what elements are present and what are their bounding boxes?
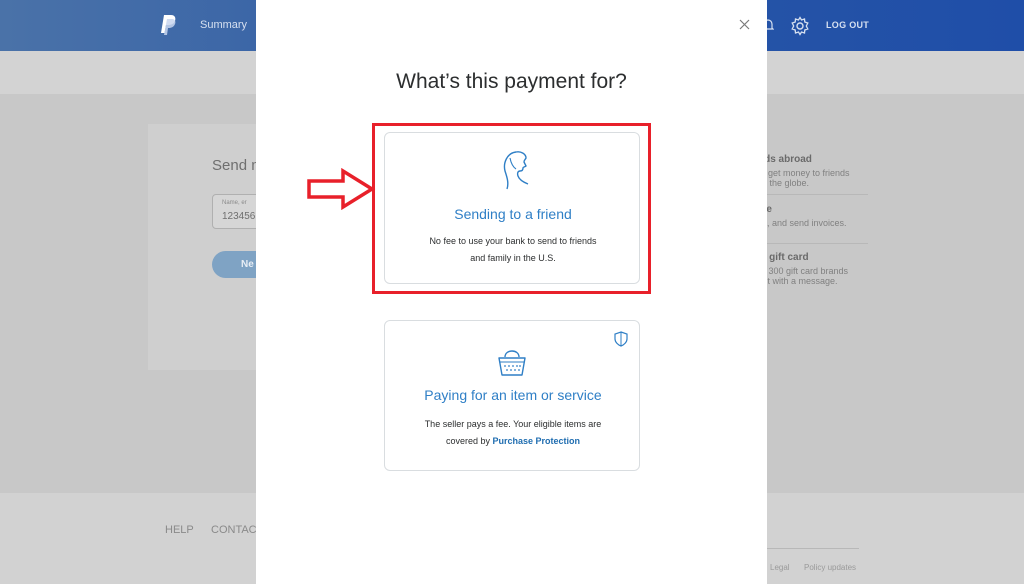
footer-divider [765, 548, 859, 549]
promo-heading: ice [758, 205, 847, 215]
next-button-label: Ne [241, 259, 254, 270]
paypal-logo[interactable] [160, 14, 178, 36]
logout-link[interactable]: LOG OUT [826, 20, 869, 30]
promo-heading: al gift card [758, 252, 809, 263]
footer-legal-link[interactable]: Legal [770, 563, 790, 572]
promo-line: to get money to friends [758, 168, 850, 178]
sidebar-promo-abroad[interactable]: nds abroad to get money to friends ss th… [758, 154, 850, 189]
close-icon[interactable] [737, 16, 751, 32]
recipient-name-placeholder: Name, er [222, 200, 247, 206]
recipient-name-value: 123456 [222, 211, 256, 222]
gear-icon[interactable] [790, 16, 810, 36]
footer-help-link[interactable]: HELP [165, 524, 194, 536]
highlight-box [372, 123, 651, 294]
promo-line: ss the globe. [758, 178, 810, 188]
nav-summary-link[interactable]: Summary [200, 19, 247, 31]
promo-heading: nds abroad [758, 154, 812, 165]
basket-icon [498, 350, 526, 376]
option-paying-item-service[interactable]: Paying for an item or service The seller… [384, 320, 640, 471]
promo-line: er 300 gift card brands [758, 266, 849, 276]
option-description: The seller pays a fee. Your eligible ite… [405, 416, 621, 450]
sidebar-promo-gift-card[interactable]: al gift card er 300 gift card brands e i… [758, 252, 849, 287]
sidebar-promo-invoice[interactable]: ice ck, and send invoices. [758, 205, 847, 229]
purchase-protection-link[interactable]: Purchase Protection [493, 436, 581, 446]
sidebar-divider [762, 243, 868, 244]
option-title: Paying for an item or service [424, 387, 602, 403]
footer-policy-link[interactable]: Policy updates [804, 563, 856, 572]
option-desc-line: covered by Purchase Protection [405, 433, 621, 450]
footer-contact-link[interactable]: CONTAC [211, 524, 257, 536]
sidebar-divider [762, 194, 868, 195]
option-desc-line: The seller pays a fee. Your eligible ite… [424, 419, 602, 429]
shield-icon [614, 331, 628, 347]
option-desc-prefix: covered by [445, 436, 493, 446]
promo-line: e it with a message. [758, 276, 838, 286]
promo-line: ck, and send invoices. [758, 218, 847, 228]
modal-title: What’s this payment for? [396, 70, 627, 93]
right-arrow-icon [307, 168, 376, 210]
